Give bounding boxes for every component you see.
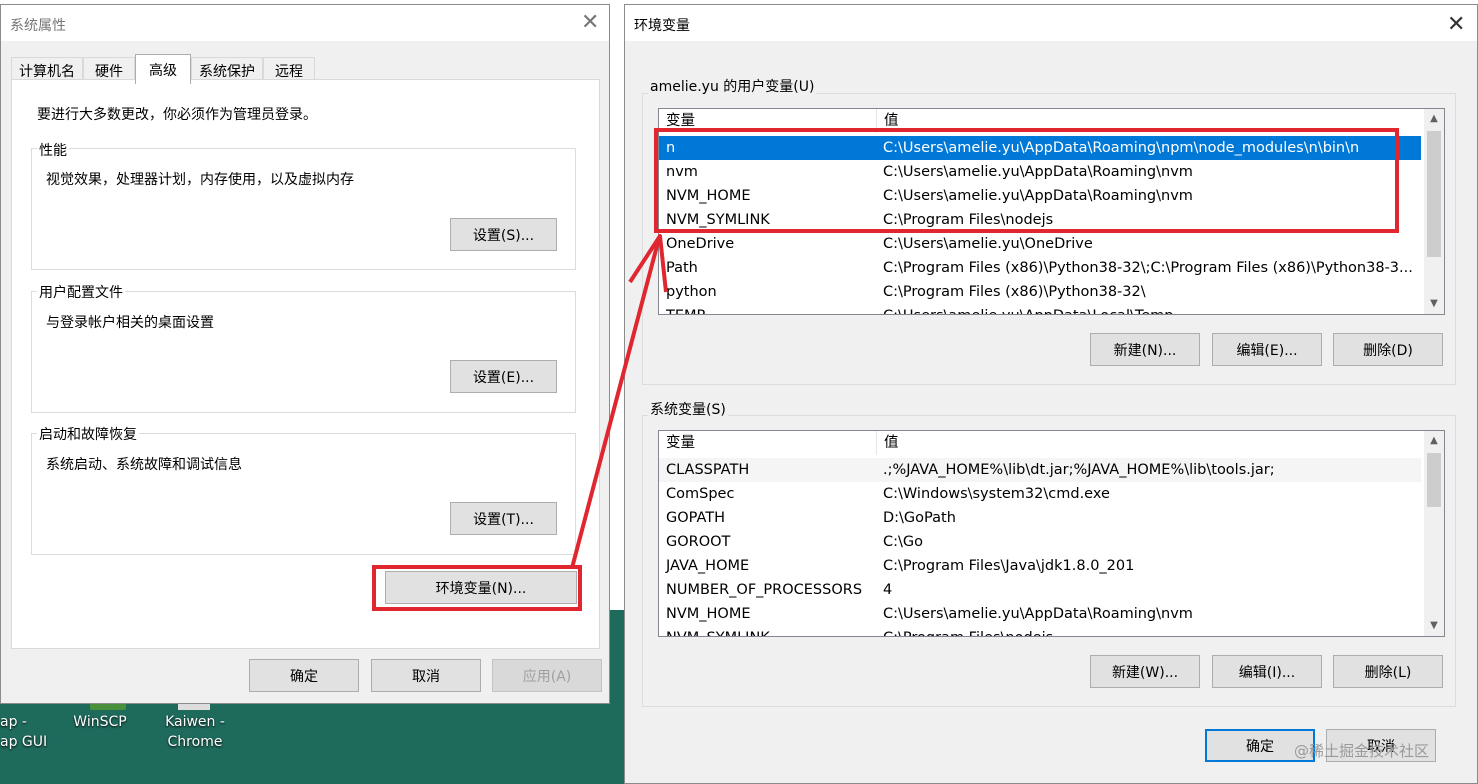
close-icon[interactable]: ✕ xyxy=(1447,14,1465,36)
startup-group xyxy=(31,433,576,555)
startup-settings-button[interactable]: 设置(T)... xyxy=(450,502,557,535)
tab-label: 硬件 xyxy=(95,63,123,80)
table-row[interactable]: TEMPC:\Users\amelie.yu\AppData\Local\Tem… xyxy=(659,304,1421,314)
window-title: 环境变量 xyxy=(634,18,690,34)
environment-variables-window: 环境变量 ✕ amelie.yu 的用户变量(U) 变量 值 n C:\Users… xyxy=(624,4,1478,784)
table-row[interactable]: n C:\Users\amelie.yu\AppData\Roaming\npm\… xyxy=(659,136,1421,160)
column-header-value[interactable]: 值 xyxy=(877,109,899,133)
table-row[interactable]: NVM_SYMLINKC:\Program Files\nodejs xyxy=(659,626,1421,636)
user-edit-button[interactable]: 编辑(E)... xyxy=(1212,333,1322,366)
table-row[interactable]: OneDrive C:\Users\amelie.yu\OneDrive xyxy=(659,232,1421,256)
desktop-icon-winscp[interactable]: WinSCP xyxy=(60,712,140,732)
system-delete-button[interactable]: 删除(L) xyxy=(1333,655,1443,688)
environment-variables-button[interactable]: 环境变量(N)... xyxy=(385,571,577,604)
user-variables-list[interactable]: 变量 值 n C:\Users\amelie.yu\AppData\Roaming… xyxy=(658,108,1445,315)
table-row[interactable]: JAVA_HOME C:\Program Files\Java\jdk1.8.0_… xyxy=(659,554,1421,578)
scroll-down-icon[interactable]: ▼ xyxy=(1424,294,1444,314)
ok-button[interactable]: 确定 xyxy=(249,659,359,692)
profile-desc: 与登录帐户相关的桌面设置 xyxy=(46,315,214,331)
tab-label: 远程 xyxy=(275,63,303,80)
table-row[interactable]: Path C:\Program Files (x86)\Python38-32\;… xyxy=(659,256,1421,280)
table-row[interactable]: nvm C:\Users\amelie.yu\AppData\Roaming\nv… xyxy=(659,160,1421,184)
scroll-up-icon[interactable]: ▲ xyxy=(1424,431,1444,451)
column-header-variable[interactable]: 变量 xyxy=(659,109,877,133)
profile-group xyxy=(31,291,576,413)
table-row[interactable]: CLASSPATH .;%JAVA_HOME%\lib\dt.jar;%JAVA_… xyxy=(659,458,1421,482)
table-row[interactable]: ComSpec C:\Windows\system32\cmd.exe xyxy=(659,482,1421,506)
user-delete-button[interactable]: 删除(D) xyxy=(1333,333,1443,366)
scroll-up-icon[interactable]: ▲ xyxy=(1424,109,1444,129)
table-row[interactable]: NVM_SYMLINKC:\Program Files\nodejs xyxy=(659,208,1421,232)
tab-label: 系统保护 xyxy=(199,63,255,80)
tab-advanced[interactable]: 高级 xyxy=(135,54,191,84)
table-row[interactable]: GOROOT C:\Go xyxy=(659,530,1421,554)
system-variables-list[interactable]: 变量 值 CLASSPATH .;%JAVA_HOME%\lib\dt.jar;%… xyxy=(658,430,1445,637)
table-row[interactable]: NUMBER_OF_PROCESSORS 4 xyxy=(659,578,1421,602)
system-list-scrollbar[interactable]: ▲ ▼ xyxy=(1424,431,1444,636)
performance-group xyxy=(31,148,576,270)
admin-note: 要进行大多数更改，你必须作为管理员登录。 xyxy=(37,107,317,123)
user-list-scrollbar[interactable]: ▲ ▼ xyxy=(1424,109,1444,314)
column-header-variable[interactable]: 变量 xyxy=(659,431,877,455)
tab-panel: 要进行大多数更改，你必须作为管理员登录。 性能 视觉效果，处理器计划，内存使用，… xyxy=(11,79,600,649)
table-row[interactable]: GOPATH D:\GoPath xyxy=(659,506,1421,530)
titlebar: 环境变量 ✕ xyxy=(625,5,1477,41)
scroll-thumb[interactable] xyxy=(1427,131,1441,257)
scroll-thumb[interactable] xyxy=(1427,453,1441,507)
startup-label: 启动和故障恢复 xyxy=(37,424,139,444)
performance-settings-button[interactable]: 设置(S)... xyxy=(450,218,557,251)
close-icon[interactable]: ✕ xyxy=(581,12,599,34)
desktop-icon-chrome[interactable]: Kaiwen - Chrome xyxy=(155,712,235,752)
scroll-down-icon[interactable]: ▼ xyxy=(1424,616,1444,636)
system-new-button[interactable]: 新建(W)... xyxy=(1090,655,1200,688)
table-row[interactable]: NVM_HOME C:\Users\amelie.yu\AppData\Roami… xyxy=(659,602,1421,626)
apply-button[interactable]: 应用(A) xyxy=(492,659,602,692)
performance-label: 性能 xyxy=(37,140,69,160)
column-header-value[interactable]: 值 xyxy=(877,431,899,455)
desktop-icon-partial[interactable]: ap - ap GUI xyxy=(0,712,50,752)
table-row[interactable]: python C:\Program Files (x86)\Python38-32… xyxy=(659,280,1421,304)
titlebar: 系统属性 ✕ xyxy=(1,5,609,41)
user-new-button[interactable]: 新建(N)... xyxy=(1090,333,1200,366)
system-properties-window: 系统属性 ✕ 计算机名 硬件 高级 系统保护 远程 要进行大多数更改，你必须作为… xyxy=(0,4,610,704)
system-edit-button[interactable]: 编辑(I)... xyxy=(1212,655,1322,688)
profile-settings-button[interactable]: 设置(E)... xyxy=(450,360,557,393)
window-title: 系统属性 xyxy=(10,18,66,34)
profile-label: 用户配置文件 xyxy=(37,282,125,302)
watermark: @稀土掘金技术社区 xyxy=(1294,742,1430,760)
user-variables-label: amelie.yu 的用户变量(U) xyxy=(648,76,817,96)
performance-desc: 视觉效果，处理器计划，内存使用，以及虚拟内存 xyxy=(46,172,354,188)
table-row[interactable]: NVM_HOME C:\Users\amelie.yu\AppData\Roami… xyxy=(659,184,1421,208)
system-variables-label: 系统变量(S) xyxy=(648,399,728,419)
tab-label: 计算机名 xyxy=(19,63,75,80)
tab-label: 高级 xyxy=(149,62,177,79)
cancel-button[interactable]: 取消 xyxy=(371,659,481,692)
list-header: 变量 值 xyxy=(659,431,1444,455)
startup-desc: 系统启动、系统故障和调试信息 xyxy=(46,457,242,473)
list-header: 变量 值 xyxy=(659,109,1444,133)
